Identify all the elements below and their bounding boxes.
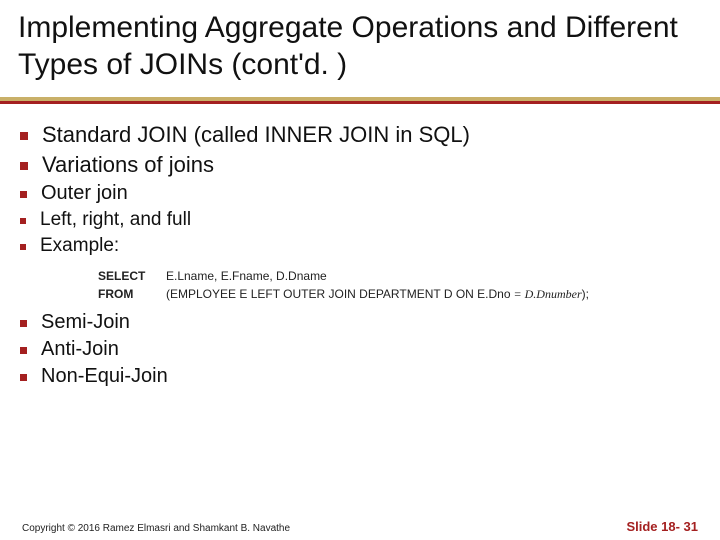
bullet-lvl1: Variations of joins [20,152,700,178]
bullet-icon [20,347,27,354]
bullet-icon [20,132,28,140]
bullet-text: Anti-Join [41,338,119,361]
sql-rest: E.Lname, E.Fname, D.Dname [166,267,700,285]
sql-keyword: SELECT [98,267,166,285]
bullet-icon [20,218,26,224]
sql-text-italic: = [511,287,525,301]
slide-number: Slide 18- 31 [626,519,698,534]
sql-line-from: FROM (EMPLOYEE E LEFT OUTER JOIN DEPARTM… [98,285,700,303]
bullet-lvl2: Outer join [20,182,700,205]
bullet-text: Variations of joins [42,152,214,178]
bullet-icon [20,374,27,381]
bullet-lvl2: Semi-Join [20,311,700,334]
bullet-lvl2: Anti-Join [20,338,700,361]
bullet-lvl1: Standard JOIN (called INNER JOIN in SQL) [20,122,700,148]
title-area: Implementing Aggregate Operations and Di… [0,0,720,101]
bullet-text: Non-Equi-Join [41,365,168,388]
bullet-lvl2: Non-Equi-Join [20,365,700,388]
bullet-icon [20,244,26,250]
slide-body: Standard JOIN (called INNER JOIN in SQL)… [0,104,720,388]
slide-title: Implementing Aggregate Operations and Di… [18,10,702,83]
bullet-icon [20,320,27,327]
sql-text: (EMPLOYEE E LEFT OUTER JOIN DEPARTMENT D… [166,287,511,301]
bullet-text: Outer join [41,182,128,205]
footer: Copyright © 2016 Ramez Elmasri and Shamk… [0,519,720,534]
sql-keyword: FROM [98,285,166,303]
bullet-text: Semi-Join [41,311,130,334]
copyright-text: Copyright © 2016 Ramez Elmasri and Shamk… [22,523,290,534]
bullet-text: Left, right, and full [40,209,191,231]
bullet-text: Example: [40,235,119,257]
sql-rest: (EMPLOYEE E LEFT OUTER JOIN DEPARTMENT D… [166,285,700,303]
slide: Implementing Aggregate Operations and Di… [0,0,720,540]
sql-text: ); [582,287,589,301]
bullet-icon [20,162,28,170]
sql-text-italic: D.Dnumber [525,287,582,301]
sql-line-select: SELECT E.Lname, E.Fname, D.Dname [98,267,700,285]
sql-example: SELECT E.Lname, E.Fname, D.Dname FROM (E… [98,267,700,303]
bullet-icon [20,191,27,198]
bullet-lvl3: Example: [20,235,700,257]
bullet-text: Standard JOIN (called INNER JOIN in SQL) [42,122,470,148]
bullet-lvl3: Left, right, and full [20,209,700,231]
